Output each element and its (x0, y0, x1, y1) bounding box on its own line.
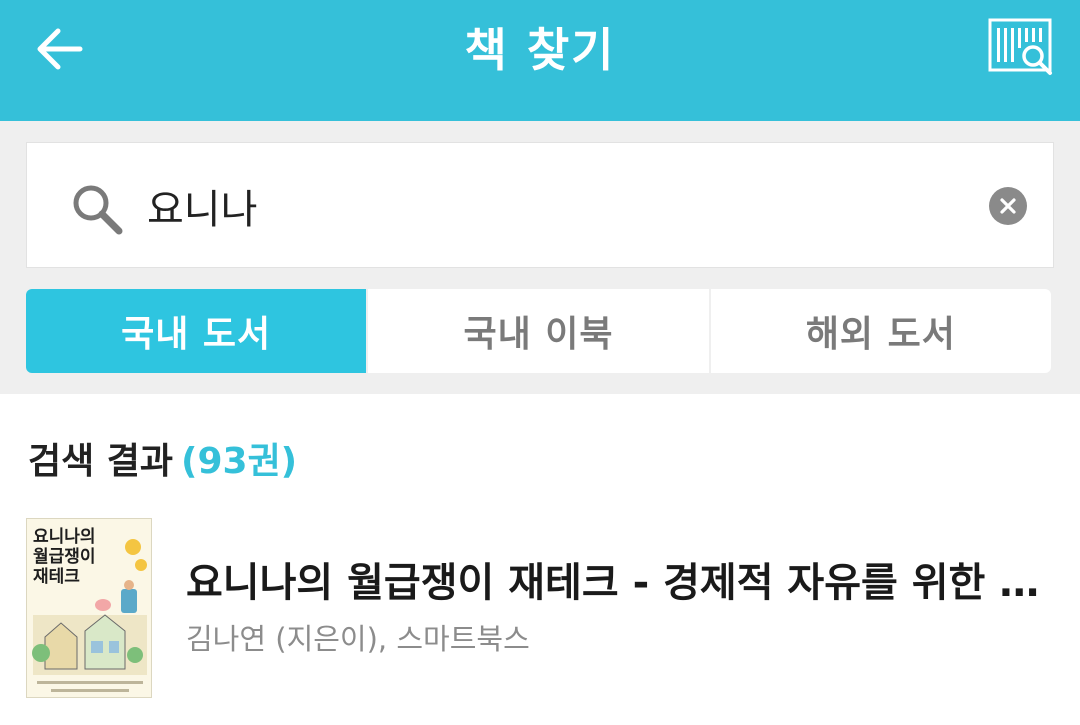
search-panel: 국내 도서 국내 이북 해외 도서 (0, 121, 1080, 394)
search-input[interactable] (147, 173, 967, 239)
search-icon (73, 185, 123, 235)
results-label: 검색 결과 (28, 441, 174, 482)
app-header: 책 찾기 (0, 0, 1080, 121)
results-count: (93권) (181, 441, 298, 482)
clear-search-button[interactable] (989, 187, 1027, 225)
barcode-search-icon (988, 18, 1052, 75)
book-cover: 요니나의 월급쟁이 재테크 (26, 518, 152, 698)
book-title: 요니나의 월급쟁이 재테크 - 경제적 자유를 위한 월급쟁이 부자 되기 프로… (186, 560, 1056, 606)
page-title: 책 찾기 (464, 23, 616, 77)
results-heading: 검색 결과 (93권) (28, 432, 297, 484)
cover-title: 요니나의 월급쟁이 재테크 (33, 527, 96, 587)
clear-icon (1000, 198, 1016, 214)
list-item[interactable]: 요니나의 월급쟁이 재테크 요니나의 월급쟁이 재테크 - 경제적 자유를 위한… (26, 518, 1066, 703)
tab-domestic-ebooks[interactable]: 국내 이북 (368, 289, 709, 373)
book-search-screen: 책 찾기 요니나 국내 도서 국내 이북 해외 도서 검색 결과 (93권) 요… (0, 0, 1080, 725)
barcode-search-button[interactable] (986, 16, 1056, 78)
book-author: 김나연 (지은이), 스마트북스 (186, 622, 530, 656)
tab-foreign-books[interactable]: 해외 도서 (710, 289, 1051, 373)
search-box (26, 142, 1054, 268)
tab-domestic-books[interactable]: 국내 도서 (26, 289, 367, 373)
category-tabs: 국내 도서 국내 이북 해외 도서 (26, 289, 1051, 373)
